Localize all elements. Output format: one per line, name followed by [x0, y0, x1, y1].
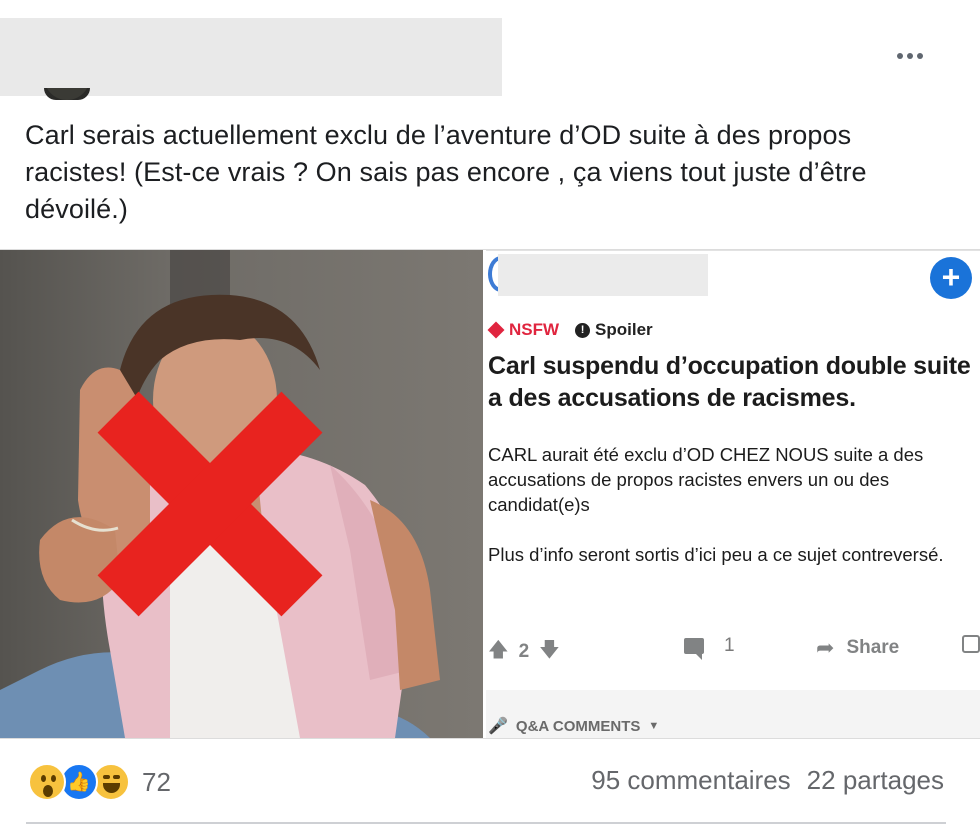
vote-count: 2 [518, 641, 530, 662]
join-button[interactable]: + [930, 257, 972, 299]
comment-bubble-icon [684, 638, 704, 660]
nsfw-label: NSFW [509, 320, 560, 339]
divider [486, 250, 980, 251]
ellipsis-icon [897, 53, 923, 59]
reddit-post-body: CARL aurait été exclu d’OD CHEZ NOUS sui… [488, 442, 968, 592]
qa-label: Q&A COMMENTS [515, 717, 641, 735]
plus-icon: + [941, 259, 961, 295]
microphone-icon: 🎤 [488, 718, 508, 735]
divider [26, 822, 946, 824]
wow-reaction-icon [28, 763, 66, 801]
share-arrow-icon: ➦ [816, 635, 835, 660]
engagement-stats: 95 commentaires 22 partages [591, 765, 944, 796]
shares-count-link[interactable]: 22 partages [807, 765, 944, 796]
spoiler-label: Spoiler [595, 320, 653, 339]
thumbs-up-icon: 👍 [67, 772, 91, 793]
author-header-redacted [0, 18, 502, 96]
share-label: Share [846, 637, 900, 658]
upvote-icon[interactable]: 🡅 [488, 635, 509, 669]
photo-illustration [0, 250, 483, 738]
vote-controls: 🡅 2 🡇 [488, 635, 560, 669]
reddit-screenshot[interactable]: + NSFW ! Spoiler Carl suspendu d’occupat… [486, 250, 980, 738]
post-text: Carl serais actuellement exclu de l’aven… [25, 120, 867, 224]
subreddit-header-redacted [498, 254, 708, 296]
spoiler-tag: ! Spoiler [575, 320, 653, 340]
person-photo-crossed[interactable] [0, 250, 483, 738]
post-flair-tags: NSFW ! Spoiler [487, 320, 653, 340]
spoiler-alert-icon: ! [575, 322, 591, 338]
reddit-post-title[interactable]: Carl suspendu d’occupation double suite … [488, 350, 980, 414]
author-avatar[interactable] [44, 88, 90, 100]
share-button[interactable]: ➦ Share [816, 635, 899, 661]
comments-button[interactable]: 1 [684, 635, 735, 660]
reaction-count: 72 [142, 766, 171, 797]
downvote-icon[interactable]: 🡇 [539, 635, 560, 669]
nsfw-diamond-icon [487, 321, 505, 339]
body-paragraph: Plus d’info seront sortis d’ici peu a ce… [488, 544, 944, 565]
reactions-summary[interactable]: 👍 72 [28, 763, 171, 801]
post-media[interactable]: + NSFW ! Spoiler Carl suspendu d’occupat… [0, 249, 980, 739]
nsfw-tag: NSFW [487, 320, 560, 340]
qa-comments-sort[interactable]: 🎤 Q&A COMMENTS ▼ [488, 716, 659, 736]
facebook-post-card: Carl serais actuellement exclu de l’aven… [0, 0, 980, 831]
comments-count-link[interactable]: 95 commentaires [591, 765, 790, 796]
caret-down-icon: ▼ [648, 720, 660, 732]
body-paragraph: CARL aurait été exclu d’OD CHEZ NOUS sui… [488, 444, 924, 515]
post-options-button[interactable] [890, 42, 930, 70]
comment-count: 1 [724, 635, 735, 656]
reddit-action-bar: 🡅 2 🡇 1 ➦ Share [486, 635, 980, 665]
award-gift-icon[interactable] [962, 635, 980, 653]
